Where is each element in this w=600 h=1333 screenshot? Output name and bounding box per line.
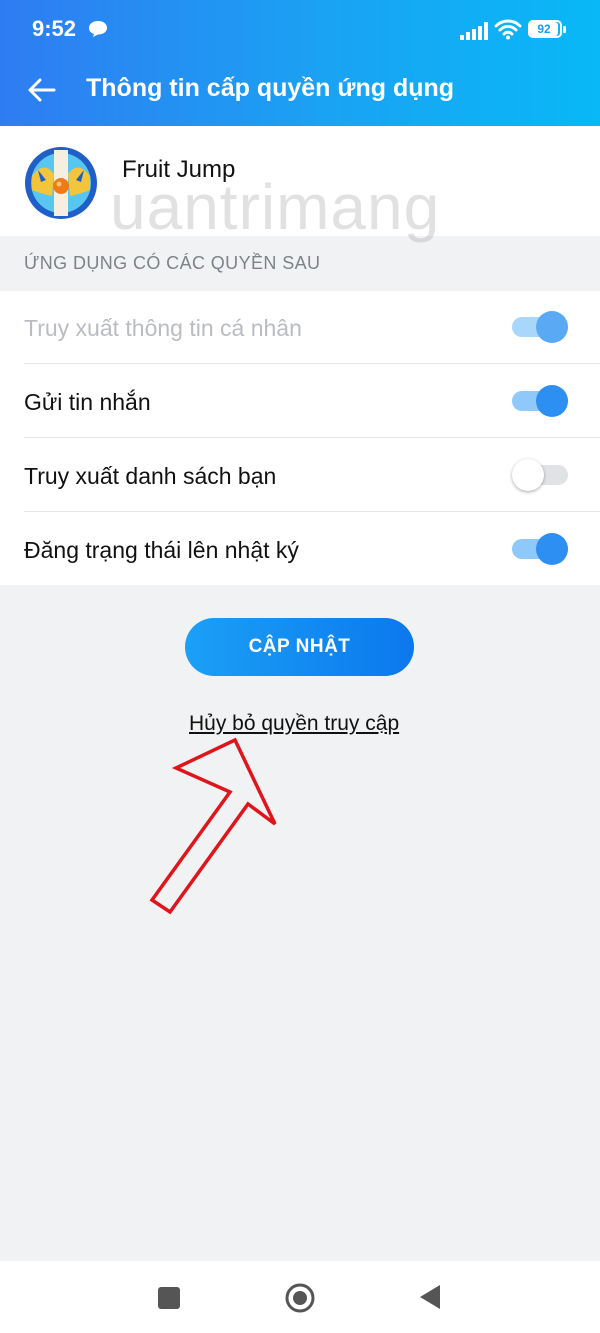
app-info-card: uantrimang Fruit Jump	[0, 126, 600, 243]
status-time: 9:52	[32, 16, 77, 41]
signal-icon	[460, 22, 488, 40]
permission-row-friend-list: Truy xuất danh sách bạn	[0, 439, 600, 512]
toggle-send-messages[interactable]	[512, 385, 568, 417]
app-header: 9:52 92 Thông tin cấp quyền ứng dụng	[0, 0, 600, 126]
toggle-post-status[interactable]	[512, 533, 568, 565]
triangle-left-icon[interactable]	[418, 1283, 442, 1311]
battery-indicator: 92	[528, 20, 568, 40]
chat-bubble-icon	[89, 21, 107, 37]
app-logo-icon	[25, 147, 97, 219]
arrow-left-icon[interactable]	[24, 72, 60, 108]
permission-label: Truy xuất danh sách bạn	[24, 463, 277, 489]
circle-icon[interactable]	[284, 1282, 316, 1314]
permission-row-personal-info: Truy xuất thông tin cá nhân	[0, 291, 600, 364]
wifi-icon	[494, 19, 522, 40]
toggle-friend-list[interactable]	[512, 459, 568, 491]
permission-list: Truy xuất thông tin cá nhân Gửi tin nhắn…	[0, 291, 600, 585]
permission-label: Gửi tin nhắn	[24, 389, 151, 415]
battery-level: 92	[530, 22, 558, 36]
update-button[interactable]: CẬP NHẬT	[185, 618, 414, 676]
permission-label: Truy xuất thông tin cá nhân	[24, 315, 302, 341]
app-name: Fruit Jump	[122, 156, 236, 183]
annotation-arrow-icon	[149, 737, 277, 915]
square-icon[interactable]	[158, 1287, 180, 1309]
permission-label: Đăng trạng thái lên nhật ký	[24, 537, 299, 563]
permission-row-send-messages: Gửi tin nhắn	[0, 365, 600, 438]
status-bar: 9:52 92	[0, 0, 600, 56]
permissions-section-label: ỨNG DỤNG CÓ CÁC QUYỀN SAU	[24, 253, 321, 273]
system-nav-bar	[0, 1261, 600, 1333]
permission-row-post-status: Đăng trạng thái lên nhật ký	[0, 513, 600, 586]
page-title: Thông tin cấp quyền ứng dụng	[86, 74, 455, 102]
toggle-personal-info	[512, 311, 568, 343]
